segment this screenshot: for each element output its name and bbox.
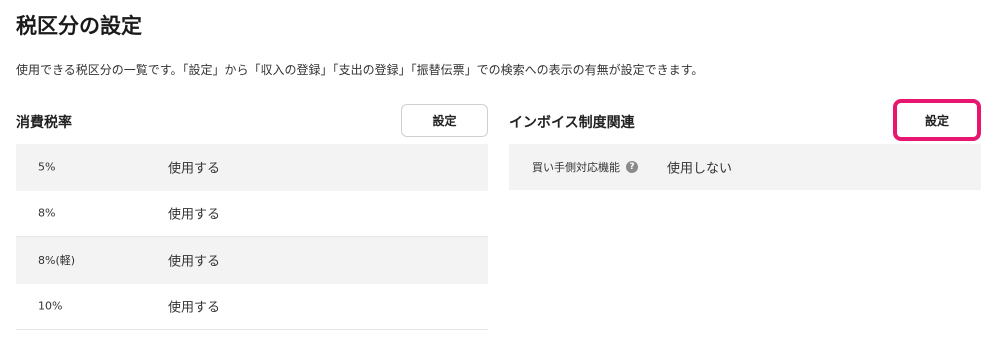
tax-rate-status: 使用する [168, 161, 221, 177]
tax-rate-row-8-reduced: 8%(軽) 使用する [16, 237, 488, 284]
tax-rate-status: 使用する [168, 300, 221, 316]
invoice-system-heading: インボイス制度関連 [509, 115, 635, 131]
consumption-tax-settings-button[interactable]: 設定 [401, 104, 488, 137]
tax-category-settings-page: 税区分の設定 使用できる税区分の一覧です。「設定」から「収入の登録」「支出の登録… [0, 0, 993, 338]
tax-rate-row-8: 8% 使用する [16, 191, 488, 237]
invoice-feature-status: 使用しない [667, 161, 733, 177]
tax-rate-status: 使用する [168, 207, 221, 223]
invoice-feature-label-wrap: 買い手側対応機能 ? [532, 159, 638, 175]
invoice-settings-button[interactable]: 設定 [893, 99, 981, 141]
invoice-feature-label: 買い手側対応機能 [532, 161, 620, 174]
tax-rate-label: 8% [38, 206, 56, 220]
question-circle-icon[interactable]: ? [626, 161, 638, 173]
tax-rate-row-5: 5% 使用する [16, 144, 488, 191]
tax-rate-status: 使用する [168, 254, 221, 270]
tax-rate-label: 8%(軽) [38, 254, 76, 268]
invoice-buyer-feature-row: 買い手側対応機能 ? 使用しない [509, 144, 981, 190]
tax-rate-label: 5% [38, 160, 56, 174]
consumption-tax-heading: 消費税率 [16, 115, 72, 131]
page-title: 税区分の設定 [16, 14, 142, 38]
tax-rate-row-10: 10% 使用する [16, 284, 488, 330]
tax-rate-label: 10% [38, 299, 63, 313]
page-description: 使用できる税区分の一覧です。「設定」から「収入の登録」「支出の登録」「振替伝票」… [16, 63, 704, 77]
consumption-tax-table: 5% 使用する 8% 使用する 8%(軽) 使用する 10% 使用する [16, 144, 488, 330]
